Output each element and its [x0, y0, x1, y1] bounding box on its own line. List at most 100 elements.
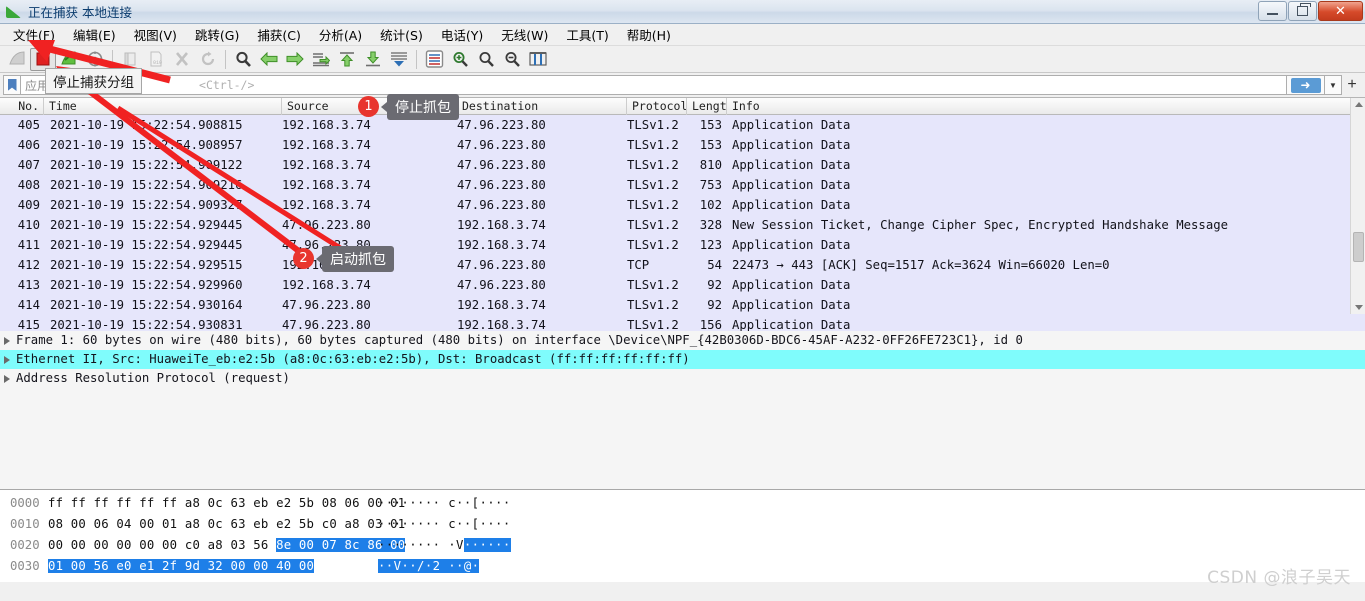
packet-source: 47.96.223.80 — [282, 298, 371, 312]
packet-source: 47.96.223.80 — [282, 218, 371, 232]
packet-source: 192.168.3.74 — [282, 258, 371, 272]
auto-scroll-button[interactable] — [386, 48, 412, 71]
packet-destination: 192.168.3.74 — [457, 298, 546, 312]
add-filter-button[interactable]: + — [1342, 76, 1362, 94]
menu-goto[interactable]: 跳转(G) — [186, 23, 248, 46]
menu-analyze[interactable]: 分析(A) — [310, 23, 371, 46]
open-file-button[interactable] — [117, 48, 143, 71]
protocol-tree-row[interactable]: Frame 1: 60 bytes on wire (480 bits), 60… — [0, 331, 1365, 350]
packet-destination: 47.96.223.80 — [457, 198, 546, 212]
packet-row[interactable]: 415 2021-10-19 15:22:54.930831 47.96.223.8… — [0, 315, 1365, 331]
menu-edit[interactable]: 编辑(E) — [64, 23, 125, 46]
packet-source: 47.96.223.80 — [282, 238, 371, 252]
packet-row[interactable]: 413 2021-10-19 15:22:54.929960 192.168.3.7… — [0, 275, 1365, 295]
resize-columns-button[interactable] — [525, 48, 551, 71]
packet-length: 153 — [699, 138, 722, 152]
hex-dump-row[interactable]: 0000 ff ff ff ff ff ff a8 0c 63 eb e2 5b … — [0, 493, 1365, 514]
stop-capture-button[interactable] — [30, 47, 56, 71]
packet-no: 407 — [17, 158, 40, 172]
column-info[interactable]: Info — [727, 97, 1365, 115]
packet-info: New Session Ticket, Change Cipher Spec, … — [732, 218, 1229, 232]
wireshark-fin-icon — [5, 4, 23, 20]
protocol-tree-row[interactable]: Address Resolution Protocol (request) — [0, 369, 1365, 388]
go-to-packet-button[interactable] — [308, 48, 334, 71]
column-length[interactable]: Length — [687, 97, 727, 115]
hex-dump-row[interactable]: 0020 00 00 00 00 00 00 c0 a8 03 56 8e 00 … — [0, 535, 1365, 556]
packet-time: 2021-10-19 15:22:54.908815 — [50, 118, 243, 132]
bookmark-icon[interactable] — [3, 75, 20, 95]
hex-dump-row[interactable]: 0030 01 00 56 e0 e1 2f 9d 32 00 00 40 00 ·… — [0, 556, 1365, 577]
chevron-down-icon[interactable]: ▼ — [1325, 75, 1342, 95]
column-no[interactable]: No. — [0, 97, 44, 115]
packet-source: 192.168.3.74 — [282, 158, 371, 172]
close-button[interactable]: ✕ — [1318, 1, 1363, 21]
scrollbar-thumb[interactable] — [1353, 232, 1364, 262]
go-back-button[interactable] — [256, 48, 282, 71]
packet-time: 2021-10-19 15:22:54.909122 — [50, 158, 243, 172]
menu-telephony[interactable]: 电话(Y) — [432, 23, 492, 46]
save-file-button[interactable]: 010 — [143, 48, 169, 71]
packet-protocol: TLSv1.2 — [627, 118, 679, 132]
restore-button[interactable] — [1288, 1, 1317, 21]
packet-no: 411 — [17, 238, 40, 252]
minimize-button[interactable] — [1258, 1, 1287, 21]
packet-time: 2021-10-19 15:22:54.929445 — [50, 218, 243, 232]
go-forward-button[interactable] — [282, 48, 308, 71]
packet-row[interactable]: 406 2021-10-19 15:22:54.908957 192.168.3.7… — [0, 135, 1365, 155]
menu-statistics[interactable]: 统计(S) — [371, 23, 432, 46]
packet-source: 192.168.3.74 — [282, 138, 371, 152]
hex-ascii-selected: ··V··/·2 ··@· — [378, 559, 480, 573]
packet-info: Application Data — [732, 138, 851, 152]
capture-options-button[interactable] — [82, 48, 108, 71]
start-capture-button[interactable] — [4, 48, 30, 71]
zoom-out-button[interactable] — [473, 48, 499, 71]
packet-row[interactable]: 410 2021-10-19 15:22:54.929445 47.96.223.8… — [0, 215, 1365, 235]
display-filter-input[interactable]: 应用显示过滤器 <Ctrl-/> — [20, 75, 1287, 95]
packet-row[interactable]: 407 2021-10-19 15:22:54.909122 192.168.3.7… — [0, 155, 1365, 175]
packet-protocol: TLSv1.2 — [627, 178, 679, 192]
zoom-in-button[interactable] — [447, 48, 473, 71]
packet-row[interactable]: 408 2021-10-19 15:22:54.909216 192.168.3.7… — [0, 175, 1365, 195]
menu-file[interactable]: 文件(F) — [4, 23, 64, 46]
expand-triangle-icon[interactable] — [4, 355, 10, 364]
find-packet-button[interactable] — [230, 48, 256, 71]
column-time[interactable]: Time — [44, 97, 282, 115]
menu-tools[interactable]: 工具(T) — [557, 23, 617, 46]
scroll-down-icon[interactable] — [1355, 305, 1363, 310]
close-file-button[interactable] — [169, 48, 195, 71]
packet-list-scrollbar[interactable] — [1350, 98, 1365, 314]
packet-destination: 47.96.223.80 — [457, 118, 546, 132]
menu-wireless[interactable]: 无线(W) — [492, 23, 557, 46]
column-destination[interactable]: Destination — [457, 97, 627, 115]
expand-triangle-icon[interactable] — [4, 374, 10, 383]
packet-row[interactable]: 405 2021-10-19 15:22:54.908815 192.168.3.7… — [0, 115, 1365, 135]
reload-button[interactable] — [195, 48, 221, 71]
protocol-tree-label: Frame 1: 60 bytes on wire (480 bits), 60… — [16, 333, 1023, 347]
menu-help[interactable]: 帮助(H) — [618, 23, 680, 46]
column-source[interactable]: Source — [282, 97, 457, 115]
hex-ascii: ········ c··[···· — [378, 517, 511, 531]
protocol-tree-label: Ethernet II, Src: HuaweiTe_eb:e2:5b (a8:… — [16, 352, 690, 366]
packet-row[interactable]: 411 2021-10-19 15:22:54.929445 47.96.223.8… — [0, 235, 1365, 255]
hex-dump-row[interactable]: 0010 08 00 06 04 00 01 a8 0c 63 eb e2 5b … — [0, 514, 1365, 535]
go-last-button[interactable] — [360, 48, 386, 71]
scroll-up-icon[interactable] — [1355, 102, 1363, 107]
expand-triangle-icon[interactable] — [4, 336, 10, 345]
menu-view[interactable]: 视图(V) — [125, 23, 186, 46]
protocol-tree-row[interactable]: Ethernet II, Src: HuaweiTe_eb:e2:5b (a8:… — [0, 350, 1365, 369]
packet-protocol: TLSv1.2 — [627, 198, 679, 212]
menu-capture[interactable]: 捕获(C) — [248, 23, 309, 46]
go-first-button[interactable] — [334, 48, 360, 71]
colorize-button[interactable] — [421, 48, 447, 71]
column-protocol[interactable]: Protocol — [627, 97, 687, 115]
restart-capture-button[interactable] — [56, 48, 82, 71]
packet-row[interactable]: 414 2021-10-19 15:22:54.930164 47.96.223.8… — [0, 295, 1365, 315]
packet-time: 2021-10-19 15:22:54.909216 — [50, 178, 243, 192]
packet-destination: 47.96.223.80 — [457, 178, 546, 192]
packet-protocol: TLSv1.2 — [627, 138, 679, 152]
packet-row[interactable]: 409 2021-10-19 15:22:54.909327 192.168.3.7… — [0, 195, 1365, 215]
apply-filter-button[interactable]: ➜ — [1287, 75, 1325, 95]
packet-destination: 47.96.223.80 — [457, 158, 546, 172]
zoom-reset-button[interactable] — [499, 48, 525, 71]
packet-row[interactable]: 412 2021-10-19 15:22:54.929515 192.168.3.7… — [0, 255, 1365, 275]
